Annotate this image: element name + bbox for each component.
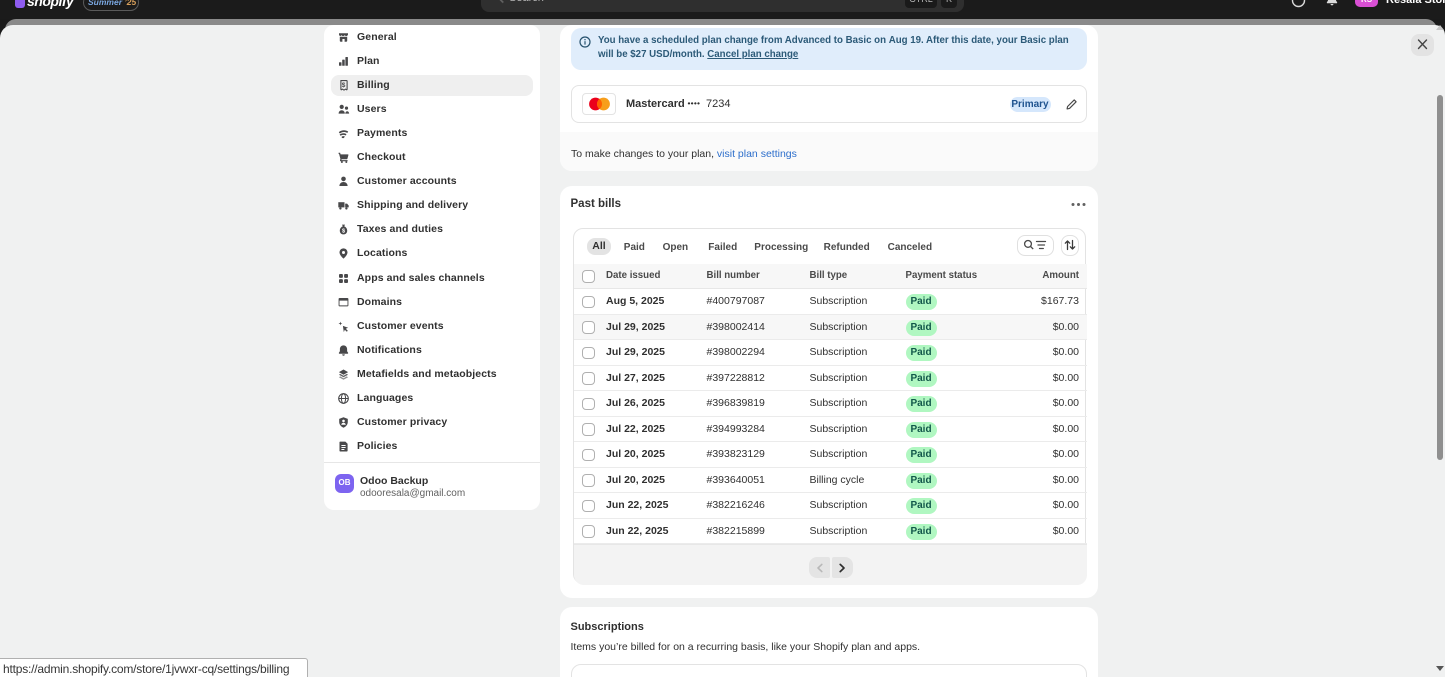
svg-text:$: $ (342, 82, 346, 89)
svg-text:$: $ (342, 229, 345, 235)
